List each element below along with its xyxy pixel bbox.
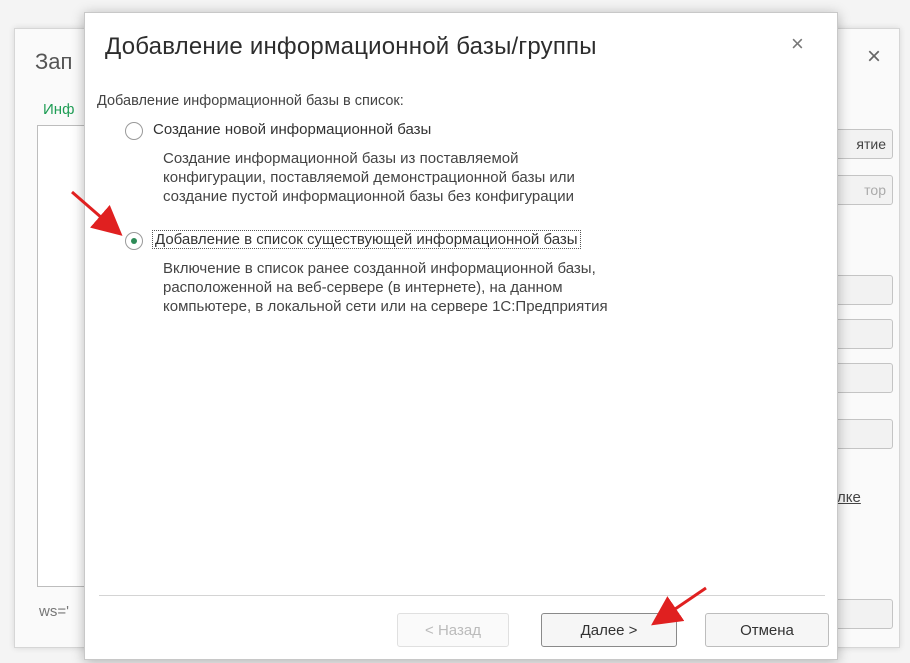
arrow-to-selected-option-icon	[71, 190, 123, 236]
arrow-to-next-button-icon	[651, 586, 707, 626]
annotation-arrows	[71, 190, 707, 626]
